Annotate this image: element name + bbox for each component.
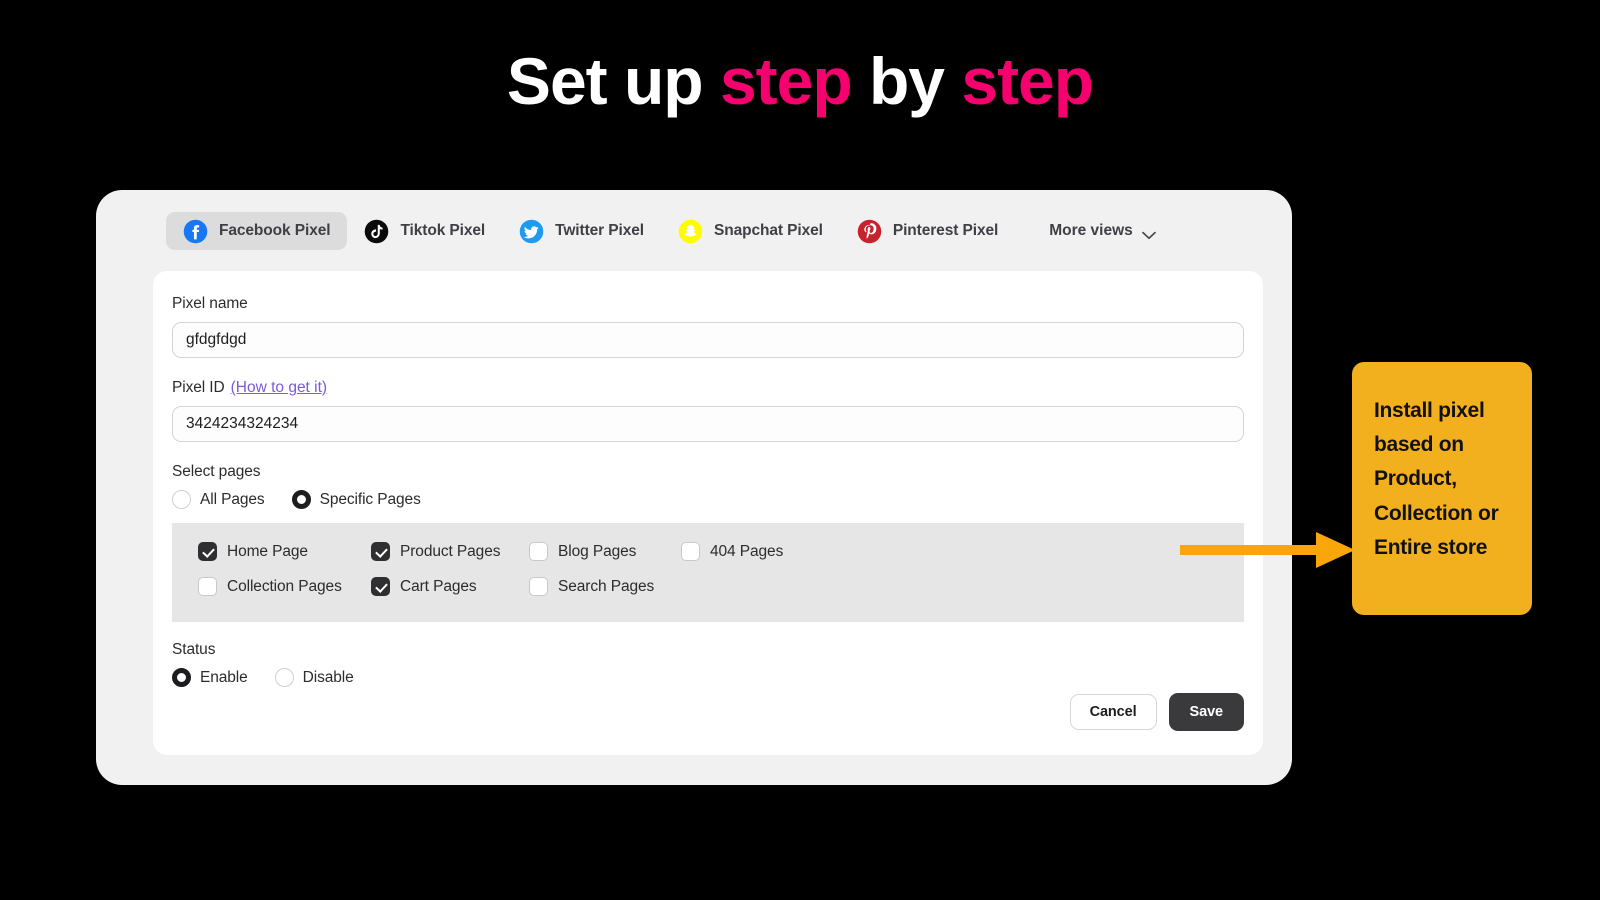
twitter-icon — [519, 219, 544, 244]
radio-indicator — [172, 490, 191, 509]
status-radio-group: Enable Disable — [172, 668, 1244, 687]
checkbox-indicator — [371, 542, 390, 561]
tab-pinterest-pixel[interactable]: Pinterest Pixel — [840, 212, 1015, 250]
page-checkbox-grid: Home Page Product Pages Blog Pages 404 P… — [198, 542, 1244, 596]
select-pages-radio-group: All Pages Specific Pages — [172, 490, 1244, 509]
radio-label: Disable — [302, 668, 354, 686]
radio-label: Specific Pages — [319, 490, 421, 508]
tab-label: Pinterest Pixel — [892, 222, 999, 239]
specific-pages-panel: Home Page Product Pages Blog Pages 404 P… — [172, 523, 1244, 622]
annotation-text: Install pixel based on Product, Collecti… — [1374, 399, 1499, 559]
checkbox-label: Blog Pages — [558, 542, 637, 560]
checkbox-label: Cart Pages — [400, 577, 477, 595]
title-part-2: step — [719, 44, 853, 118]
pixel-settings-card: Facebook Pixel Tiktok Pixel Twitter Pixe… — [96, 190, 1292, 785]
facebook-icon — [183, 219, 208, 244]
radio-specific-pages[interactable]: Specific Pages — [291, 490, 421, 509]
tab-label: Snapchat Pixel — [713, 222, 823, 239]
checkbox-collection-pages[interactable]: Collection Pages — [198, 577, 371, 596]
title-part-4: step — [961, 44, 1094, 118]
checkbox-home-page[interactable]: Home Page — [198, 542, 371, 561]
tiktok-icon — [364, 219, 389, 244]
how-to-get-it-link[interactable]: (How to get it) — [231, 379, 327, 397]
more-views-dropdown[interactable]: More views — [1049, 222, 1156, 240]
radio-enable[interactable]: Enable — [172, 668, 248, 687]
tab-facebook-pixel[interactable]: Facebook Pixel — [166, 212, 348, 250]
checkbox-indicator — [681, 542, 700, 561]
radio-indicator — [291, 490, 311, 509]
radio-all-pages[interactable]: All Pages — [172, 490, 265, 509]
checkbox-indicator — [198, 577, 217, 596]
radio-label: All Pages — [200, 490, 265, 508]
annotation-callout: Install pixel based on Product, Collecti… — [1352, 362, 1532, 615]
save-button[interactable]: Save — [1168, 693, 1244, 731]
arrow-right-icon — [1180, 528, 1355, 572]
status-label: Status — [172, 641, 216, 658]
checkbox-label: 404 Pages — [710, 542, 784, 560]
radio-indicator — [274, 668, 294, 687]
tab-snapchat-pixel[interactable]: Snapchat Pixel — [661, 212, 840, 250]
pixel-id-label: Pixel ID — [172, 379, 225, 396]
checkbox-indicator — [371, 577, 390, 596]
checkbox-label: Product Pages — [400, 542, 501, 560]
pixel-name-input[interactable] — [172, 322, 1244, 358]
checkbox-label: Home Page — [227, 542, 308, 560]
checkbox-indicator — [529, 542, 548, 561]
radio-disable[interactable]: Disable — [274, 668, 354, 687]
status-block: Status Enable Disable — [172, 641, 1244, 687]
checkbox-indicator — [198, 542, 217, 561]
checkbox-search-pages[interactable]: Search Pages — [529, 577, 681, 596]
tab-twitter-pixel[interactable]: Twitter Pixel — [502, 212, 661, 250]
cancel-button[interactable]: Cancel — [1069, 694, 1157, 730]
checkbox-label: Search Pages — [558, 577, 655, 595]
snapchat-icon — [678, 219, 703, 244]
more-views-label: More views — [1049, 222, 1133, 239]
pixel-name-label: Pixel name — [172, 295, 248, 312]
pixel-form-panel: Pixel name Pixel ID (How to get it) Sele… — [153, 271, 1263, 755]
tab-label: Tiktok Pixel — [400, 222, 486, 239]
checkbox-blog-pages[interactable]: Blog Pages — [529, 542, 681, 561]
tab-label: Facebook Pixel — [219, 222, 331, 239]
checkbox-indicator — [529, 577, 548, 596]
tab-label: Twitter Pixel — [555, 222, 644, 239]
pixel-id-label-row: Pixel ID (How to get it) — [172, 379, 1244, 397]
title-part-1: Set up — [506, 44, 720, 118]
checkbox-cart-pages[interactable]: Cart Pages — [371, 577, 529, 596]
form-actions: Cancel Save — [1069, 693, 1244, 731]
radio-indicator — [172, 668, 191, 687]
pixel-id-input[interactable] — [172, 406, 1244, 442]
page-title: Set up step by step — [0, 48, 1600, 114]
title-part-3: by — [851, 44, 962, 118]
select-pages-label: Select pages — [172, 463, 261, 480]
radio-label: Enable — [200, 668, 248, 686]
checkbox-404-pages[interactable]: 404 Pages — [681, 542, 1244, 561]
checkbox-product-pages[interactable]: Product Pages — [371, 542, 529, 561]
pixel-tab-bar: Facebook Pixel Tiktok Pixel Twitter Pixe… — [96, 204, 1292, 258]
chevron-down-icon — [1141, 227, 1156, 239]
pinterest-icon — [857, 219, 882, 244]
grid-filler — [681, 577, 1244, 596]
tab-tiktok-pixel[interactable]: Tiktok Pixel — [347, 212, 502, 250]
checkbox-label: Collection Pages — [227, 577, 342, 595]
